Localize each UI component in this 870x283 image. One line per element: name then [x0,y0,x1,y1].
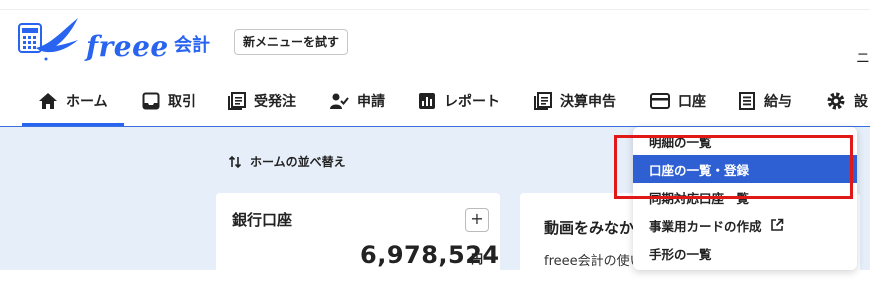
currency-unit: 円 [471,252,484,266]
nav-item-tax-filing[interactable]: 決算申告 [534,76,616,126]
sort-home-button[interactable]: ホームの並べ替え [228,153,346,170]
sort-arrows-icon [228,155,242,168]
nav-item-transactions[interactable]: 取引 [142,76,196,126]
calculator-bird-icon [18,18,78,61]
nav-item-accounts[interactable]: 口座 [650,76,706,126]
nav-item-orders[interactable]: 受発注 [228,76,296,126]
try-new-menu-button[interactable]: 新メニューを試す [234,29,349,55]
card-title: 動画をみなか [544,219,635,237]
nav-item-label: 申請 [357,94,385,110]
card-text: freee会計の使い [544,254,643,269]
inbox-icon [142,92,160,110]
receipt-icon [739,92,755,110]
home-icon [39,93,57,109]
header-truncated-text: ニ [856,51,870,67]
brand-product: 会計 [174,35,210,56]
nav-item-home[interactable]: ホーム [22,76,124,126]
external-link-icon [770,218,783,231]
nav-item-label: レポート [444,94,500,110]
nav-item-label: 取引 [168,94,196,110]
person-check-icon [330,93,349,109]
menu-item-label: 事業用カードの作成 [649,218,762,234]
brand-name: freee [86,30,169,63]
add-bank-account-button[interactable]: + [465,208,489,232]
sort-label: ホームの並べ替え [250,155,346,169]
plus-icon: + [470,209,484,228]
menu-item-bills[interactable]: 手形の一覧 [633,239,857,267]
menu-item-label: 手形の一覧 [649,246,712,262]
nav-item-label: 決算申告 [560,94,616,110]
document-icon [534,92,552,110]
nav-item-label: 口座 [678,94,706,110]
header-divider [0,9,870,10]
freee-logo[interactable]: freee 会計 [16,14,221,64]
menu-item-create-business-card[interactable]: 事業用カードの作成 [633,211,857,239]
nav-item-settings[interactable]: 設 [826,76,868,126]
nav-item-payroll[interactable]: 給与 [738,76,792,126]
nav-item-applications[interactable]: 申請 [329,76,385,126]
highlight-annotation [614,135,853,199]
nav-item-reports[interactable]: レポート [418,76,500,126]
nav-item-label: ホーム [66,94,108,110]
nav-item-label: 設 [854,94,868,110]
app-header: freee 会計 新メニューを試す ニ [0,0,870,76]
global-nav: ホーム 取引 受発注 申請 レポート 決算申告 口座 給与 設 [0,76,870,127]
card-title: 銀行口座 [232,211,293,229]
card-icon [650,93,670,109]
gear-icon [827,92,845,110]
document-icon [228,92,246,110]
bar-chart-icon [419,93,435,109]
nav-item-label: 受発注 [254,94,296,110]
nav-item-label: 給与 [764,94,792,110]
